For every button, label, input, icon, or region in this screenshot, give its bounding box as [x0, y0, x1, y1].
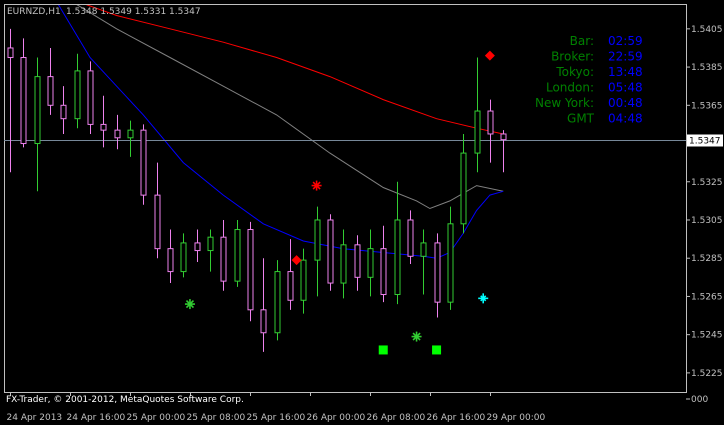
time-axis-label: 26 Apr 00:00 — [307, 413, 366, 423]
candle-body — [274, 271, 281, 334]
candle — [327, 214, 334, 291]
price-axis-label: 1.5245 — [691, 331, 723, 341]
clock-label: Broker: — [551, 50, 594, 64]
asterisk-marker — [411, 331, 422, 342]
time-axis-label: 26 Apr 08:00 — [367, 413, 426, 423]
candle-body — [20, 57, 27, 145]
candle-body — [154, 194, 161, 250]
candle-body — [500, 133, 507, 141]
candle-body — [327, 219, 334, 284]
candle-body — [180, 242, 187, 273]
candle-body — [87, 70, 94, 125]
time-axis-label: 26 Apr 16:00 — [427, 413, 486, 423]
price-axis-label: 1.5285 — [691, 254, 723, 264]
price-chart[interactable]: 1.54051.53851.53651.53451.53251.53051.52… — [0, 0, 724, 425]
candle-body — [434, 242, 441, 303]
candle-body — [247, 229, 254, 311]
price-axis-label: 1.5225 — [691, 369, 723, 379]
candle-body — [354, 244, 361, 278]
time-axis-label: 25 Apr 08:00 — [187, 413, 246, 423]
square-marker — [432, 345, 442, 355]
clock-label: Bar: — [570, 34, 594, 48]
candle-body — [314, 219, 321, 261]
candle-body — [207, 236, 214, 252]
clock-label: New York: — [535, 96, 594, 110]
candle — [274, 260, 281, 341]
candle-body — [220, 236, 227, 282]
candle-body — [380, 248, 387, 296]
square-marker — [378, 345, 388, 355]
asterisk-marker — [184, 299, 195, 310]
candle-body — [194, 242, 201, 252]
clock-label: Tokyo: — [555, 65, 594, 79]
candle-body — [34, 76, 41, 145]
candle-body — [447, 223, 454, 303]
candle-body — [287, 271, 294, 301]
clock-value: 22:59 — [608, 50, 643, 64]
time-axis-label: 24 Apr 16:00 — [67, 413, 126, 423]
candle-body — [234, 229, 241, 282]
clock-value: 02:59 — [608, 34, 643, 48]
price-axis-label: 000 — [691, 395, 708, 405]
candle-body — [474, 110, 481, 154]
candle-body — [260, 309, 267, 334]
time-axis-label: 29 Apr 00:00 — [487, 413, 546, 423]
candle-body — [167, 248, 174, 273]
price-axis-label: 1.5365 — [691, 101, 723, 111]
candle-body — [140, 129, 147, 196]
price-axis-label: 1.5305 — [691, 216, 723, 226]
candle-body — [394, 219, 401, 296]
candle-body — [420, 242, 427, 257]
price-axis-label: 1.5385 — [691, 63, 723, 73]
candle-body — [300, 259, 307, 301]
clock-value: 00:48 — [608, 96, 643, 110]
copyright-text: FX-Trader, © 2001-2012, MetaQuotes Softw… — [6, 395, 244, 405]
clock-value: 05:48 — [608, 81, 643, 95]
candle-body — [74, 70, 81, 120]
candle-body — [7, 47, 14, 59]
candle — [247, 221, 254, 322]
price-axis-label: 1.5325 — [691, 178, 723, 188]
clock-label: London: — [546, 81, 594, 95]
candle-body — [47, 76, 54, 106]
candle-body — [100, 123, 107, 131]
asterisk-marker — [311, 180, 322, 191]
clock-label: GMT — [567, 112, 595, 126]
candle-body — [460, 152, 467, 225]
candle-body — [60, 104, 67, 120]
chart-ohlc-label: 1.5348 1.5349 1.5331 1.5347 — [66, 7, 201, 17]
candle-body — [407, 219, 414, 257]
chart-background — [0, 0, 724, 425]
candle-body — [487, 110, 494, 135]
price-axis-label: 1.5405 — [691, 25, 723, 35]
current-price-label: 1.5347 — [689, 137, 721, 147]
candle-body — [127, 129, 134, 139]
price-axis-label: 1.5265 — [691, 292, 723, 302]
candle-body — [367, 248, 374, 278]
time-axis-label: 24 Apr 2013 — [7, 413, 63, 423]
candle — [140, 124, 147, 205]
clock-value: 13:48 — [608, 65, 643, 79]
current-price-box: 1.5347 — [687, 134, 723, 147]
chart-symbol-label: EURNZD,H1 — [7, 7, 61, 17]
candle-body — [340, 244, 347, 284]
candle-body — [114, 129, 121, 139]
candle — [234, 219, 241, 287]
candle — [87, 61, 94, 134]
time-axis-label: 25 Apr 16:00 — [247, 413, 306, 423]
clock-value: 04:48 — [608, 112, 643, 126]
time-axis-label: 25 Apr 00:00 — [127, 413, 186, 423]
